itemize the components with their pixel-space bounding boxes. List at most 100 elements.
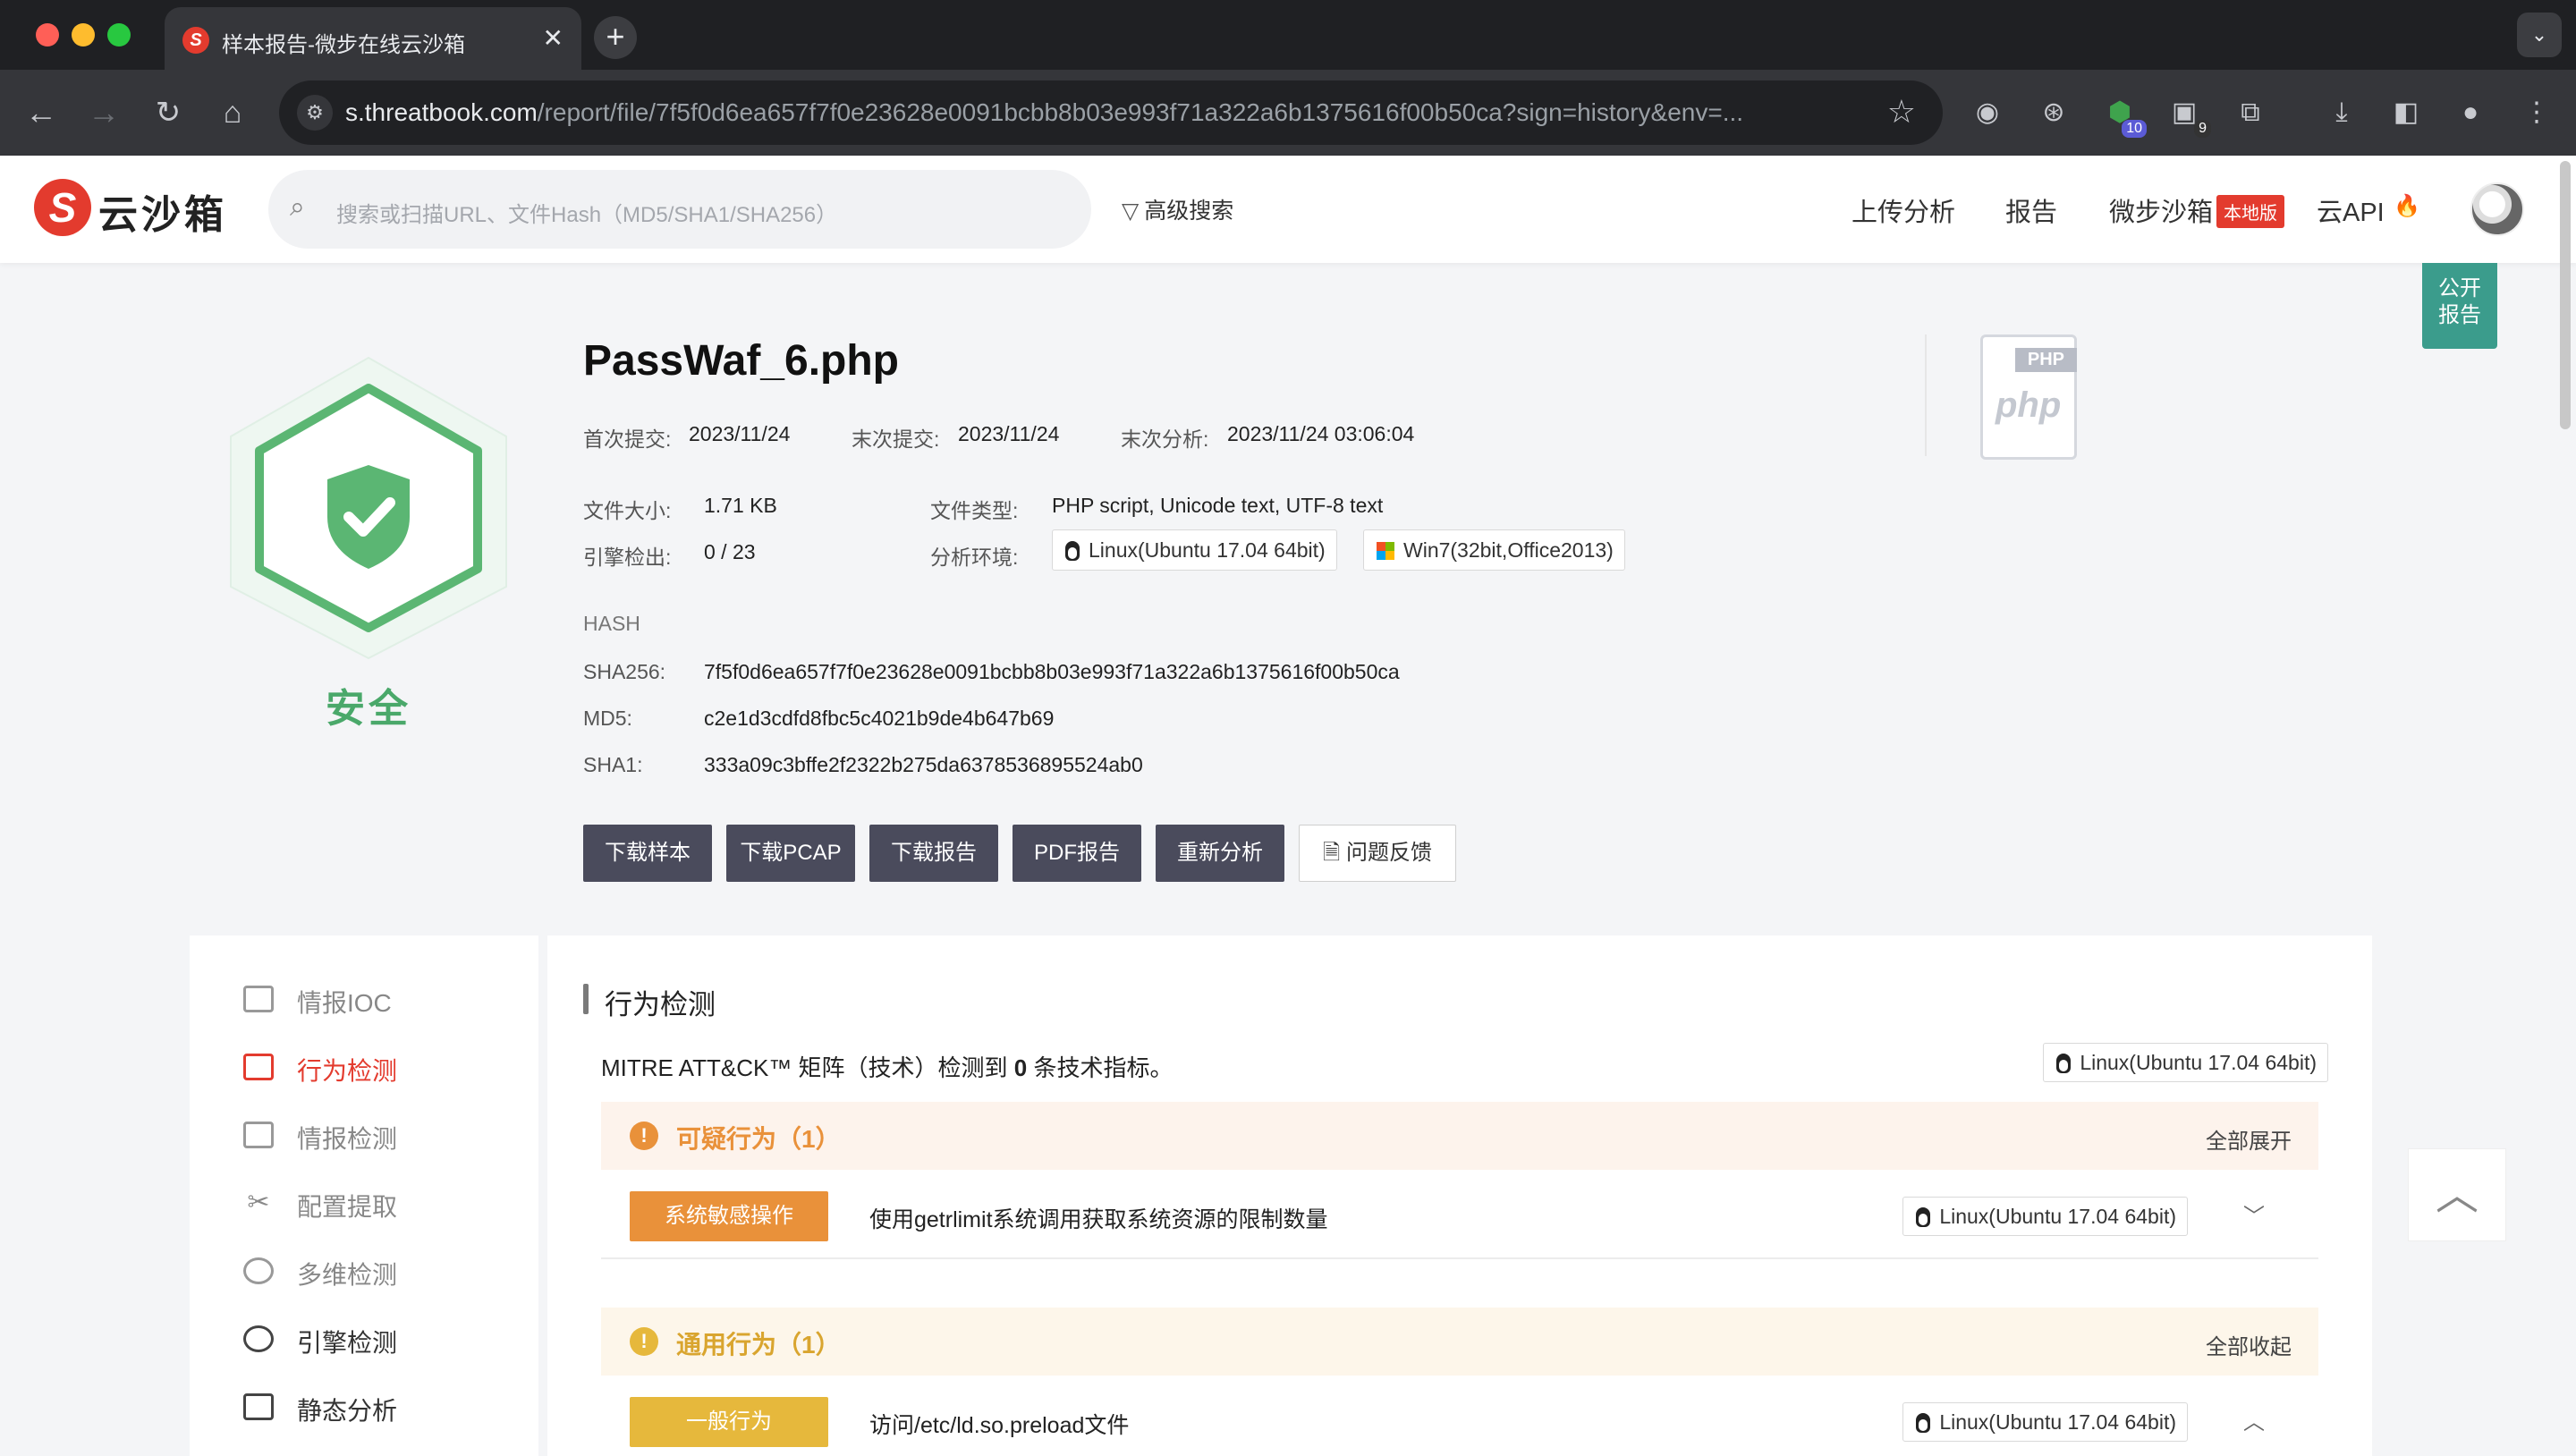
extension-qr-icon[interactable]: ▣ 9 <box>2165 93 2211 138</box>
edit-doc-icon <box>243 986 274 1012</box>
search-input[interactable]: ⌕ 搜索或扫描URL、文件Hash（MD5/SHA1/SHA256） <box>268 170 1091 249</box>
chevron-up-icon[interactable]: ︿ <box>2243 1404 2265 1435</box>
bookmark-star-icon[interactable]: ☆ <box>1887 93 1916 131</box>
sha256-label: SHA256: <box>583 660 666 683</box>
public-report-button[interactable]: 公开 报告 <box>2422 263 2497 349</box>
linux-tux-icon <box>1916 1413 1931 1433</box>
filter-icon: ▽ <box>1122 199 1140 224</box>
linux-tux-icon <box>1916 1207 1931 1227</box>
group-title: 可疑行为（1） <box>676 1125 841 1153</box>
browser-tab-bar: S 样本报告-微步在线云沙箱 ✕ + ⌄ <box>0 0 2576 70</box>
group-suspicious-header[interactable]: ! 可疑行为（1） 全部展开 <box>601 1102 2318 1170</box>
search-icon: ⌕ <box>290 192 305 222</box>
downloads-icon[interactable]: ⤓ <box>2322 93 2361 132</box>
windows-logo-icon <box>1377 542 1394 560</box>
nav-upload-analysis[interactable]: 上传分析 <box>1852 191 1955 229</box>
linux-tux-icon <box>2056 1054 2072 1073</box>
layout-grid-icon <box>243 1122 274 1148</box>
behavior-description: 访问/etc/ld.so.preload文件 <box>869 1413 1130 1438</box>
row-env-tag: Linux(Ubuntu 17.04 64bit) <box>1902 1197 2188 1236</box>
sha256-value[interactable]: 7f5f0d6ea657f7f0e23628e0091bcbb8b03e993f… <box>704 660 1400 684</box>
expand-all-toggle[interactable]: 全部展开 <box>2206 1123 2292 1155</box>
sha1-value[interactable]: 333a09c3bffe2f2322b275da6378536895524ab0 <box>704 753 1143 777</box>
window-zoom-button[interactable] <box>107 23 131 47</box>
warning-icon: ! <box>630 1327 658 1356</box>
section-title: 行为检测 <box>605 989 716 1020</box>
window-minimize-button[interactable] <box>72 23 95 47</box>
back-to-top-button[interactable]: ︿ <box>2408 1148 2506 1241</box>
behavior-row[interactable]: 一般行为 访问/etc/ld.so.preload文件 Linux(Ubuntu… <box>601 1376 2318 1456</box>
fire-icon: 🔥 <box>2394 194 2420 218</box>
chevron-down-icon[interactable]: ﹀ <box>2243 1198 2265 1230</box>
forward-arrow-icon[interactable]: → <box>82 91 125 134</box>
behavior-tag: 系统敏感操作 <box>630 1191 828 1241</box>
md5-value[interactable]: c2e1d3cdfd8fbc5c4021b9de4b647b69 <box>704 707 1054 731</box>
download-report-button[interactable]: 下载报告 <box>869 825 998 882</box>
back-arrow-icon[interactable]: ← <box>20 91 63 134</box>
engines-value: 0 / 23 <box>704 540 756 563</box>
url-text[interactable]: s.threatbook.com/report/file/7f5f0d6ea65… <box>345 98 1866 127</box>
header-divider <box>1925 334 1927 456</box>
row-env-tag: Linux(Ubuntu 17.04 64bit) <box>1902 1402 2188 1442</box>
behavior-description: 使用getrlimit系统调用获取系统资源的限制数量 <box>869 1207 1328 1232</box>
user-avatar[interactable] <box>2470 182 2524 236</box>
search-placeholder: 搜索或扫描URL、文件Hash（MD5/SHA1/SHA256） <box>336 203 838 227</box>
file-type-value: PHP script, Unicode text, UTF-8 text <box>1052 494 1384 517</box>
window-close-button[interactable] <box>36 23 59 47</box>
profile-avatar-icon[interactable]: ● <box>2451 93 2490 132</box>
download-sample-button[interactable]: 下载样本 <box>583 825 712 882</box>
address-bar[interactable]: ⚙ s.threatbook.com/report/file/7f5f0d6ea… <box>279 80 1943 145</box>
nav-sandbox[interactable]: 微步沙箱 <box>2109 191 2213 229</box>
last-submit-value: 2023/11/24 <box>958 422 1060 445</box>
site-header: S 云沙箱 ⌕ 搜索或扫描URL、文件Hash（MD5/SHA1/SHA256）… <box>0 156 2576 263</box>
tab-close-icon[interactable]: ✕ <box>543 23 564 53</box>
logo-text[interactable]: 云沙箱 <box>98 182 227 240</box>
extension-circle-icon[interactable]: ◉ <box>1968 93 2007 132</box>
download-pcap-button[interactable]: 下载PCAP <box>726 825 855 882</box>
behavior-row[interactable]: 系统敏感操作 使用getrlimit系统调用获取系统资源的限制数量 Linux(… <box>601 1170 2318 1259</box>
section-title-bar <box>583 984 589 1014</box>
document-icon: 🗎 <box>1323 841 1346 865</box>
radar-icon <box>243 1257 274 1284</box>
verdict-shield-icon <box>225 356 512 660</box>
first-submit-value: 2023/11/24 <box>689 422 791 445</box>
site-info-icon[interactable]: ⚙ <box>297 95 333 131</box>
sha1-label: SHA1: <box>583 753 643 776</box>
extension-globe-icon[interactable]: ⊛ <box>2034 93 2073 132</box>
last-analysis-value: 2023/11/24 03:06:04 <box>1227 422 1415 445</box>
advanced-search-link[interactable]: ▽ 高级搜索 <box>1122 193 1233 225</box>
feedback-button[interactable]: 🗎 问题反馈 <box>1299 825 1456 882</box>
env-tag-windows[interactable]: Win7(32bit,Office2013) <box>1363 529 1625 571</box>
env-label: 分析环境: <box>930 546 1019 569</box>
tab-search-button[interactable]: ⌄ <box>2517 13 2562 57</box>
browser-menu-icon[interactable]: ⋮ <box>2517 93 2556 132</box>
pulse-chart-icon <box>243 1054 274 1080</box>
reanalyze-button[interactable]: 重新分析 <box>1156 825 1284 882</box>
last-analysis-label: 末次分析: <box>1121 427 1209 451</box>
extensions-puzzle-icon[interactable]: ⧉ <box>2231 93 2270 132</box>
env-tag-linux[interactable]: Linux(Ubuntu 17.04 64bit) <box>1052 529 1337 571</box>
side-panel-icon[interactable]: ◧ <box>2386 93 2426 132</box>
logo-icon[interactable]: S <box>34 179 91 236</box>
nav-cloud-api[interactable]: 云API <box>2317 191 2385 229</box>
new-tab-button[interactable]: + <box>594 16 637 59</box>
extension-shield-icon[interactable]: ⬢ 10 <box>2100 93 2147 138</box>
collapse-all-toggle[interactable]: 全部收起 <box>2206 1329 2292 1360</box>
reload-icon[interactable]: ↻ <box>147 91 190 134</box>
nav-report[interactable]: 报告 <box>2005 191 2057 229</box>
engines-label: 引擎检出: <box>583 546 672 569</box>
home-icon[interactable]: ⌂ <box>211 91 254 134</box>
first-submit-label: 首次提交: <box>583 427 672 451</box>
group-general-header[interactable]: ! 通用行为（1） 全部收起 <box>601 1308 2318 1376</box>
local-version-badge: 本地版 <box>2216 195 2284 228</box>
behavior-tag: 一般行为 <box>630 1397 828 1447</box>
md5-label: MD5: <box>583 707 632 730</box>
report-sidebar: 情报IOC 行为检测 情报检测 ✂ 配置提取 多维检测 引擎检测 静态分析 <box>190 935 538 1456</box>
env-selector[interactable]: Linux(Ubuntu 17.04 64bit) <box>2043 1043 2328 1082</box>
browser-tab[interactable]: S 样本报告-微步在线云沙箱 ✕ <box>165 7 581 70</box>
warning-icon: ! <box>630 1122 658 1150</box>
hash-heading: HASH <box>583 612 640 635</box>
pdf-report-button[interactable]: PDF报告 <box>1013 825 1141 882</box>
page-scrollbar[interactable] <box>2560 161 2571 429</box>
verdict-label: 安全 <box>326 687 411 731</box>
